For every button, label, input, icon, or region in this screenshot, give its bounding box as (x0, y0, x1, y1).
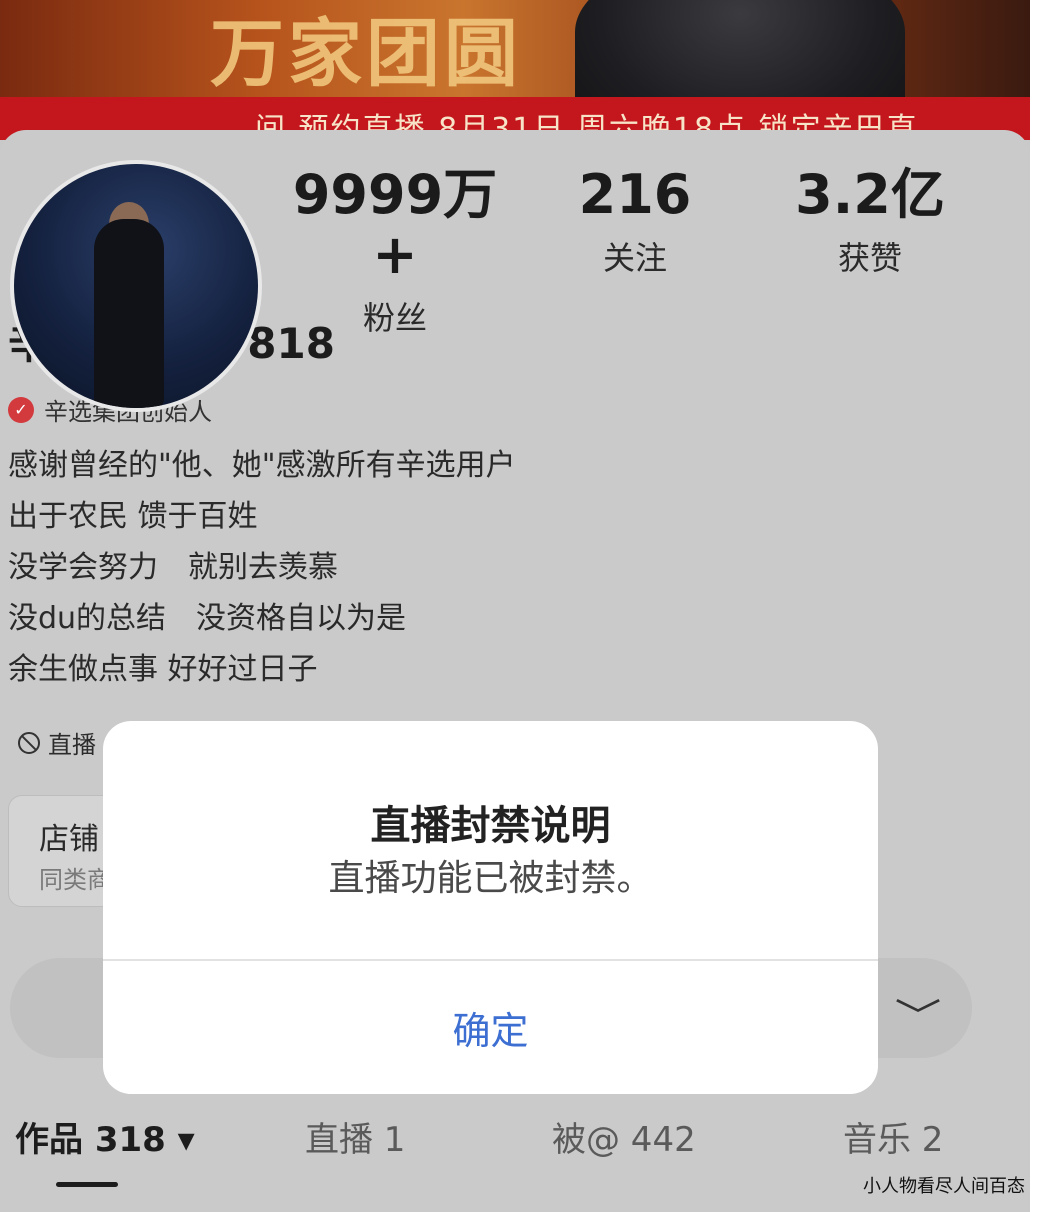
dialog-message: 直播功能已被封禁。 (328, 858, 653, 899)
live-ban-notice[interactable]: 直播 (18, 725, 96, 760)
bio-line: 没du的总结 没资格自以为是 (8, 601, 407, 636)
bio-line: 没学会努力 就别去羡慕 (8, 550, 338, 585)
tab-live[interactable]: 直播 1 (305, 1112, 405, 1161)
bio-line: 出于农民 馈于百姓 (8, 499, 258, 534)
profile-screen: 万家团圆 间 预约直播 8月31日 周六晚18点 锁定辛巴直 9999万+ 粉丝… (0, 0, 1030, 1212)
profile-bio: 感谢曾经的"他、她"感激所有辛选用户 出于农民 馈于百姓 没学会努力 就别去羡慕… (8, 446, 516, 701)
stat-following-label: 关注 (602, 239, 667, 277)
shop-card-title: 店铺 (39, 822, 99, 857)
avatar-image (14, 164, 258, 408)
verified-icon: ✓ (8, 396, 34, 423)
chevron-down-icon[interactable]: ﹀ (895, 988, 942, 1040)
avatar[interactable] (10, 160, 262, 412)
bio-line: 余生做点事 好好过日子 (8, 652, 318, 687)
live-ban-text: 直播 (48, 731, 96, 759)
confirm-button[interactable]: 确定 (103, 961, 878, 1094)
stat-likes-label: 获赞 (837, 239, 902, 277)
live-ban-dialog: 直播封禁说明 直播功能已被封禁。 确定 (103, 721, 878, 1094)
shop-card-subtitle: 同类商 (39, 866, 111, 894)
bio-line: 感谢曾经的"他、她"感激所有辛选用户 (8, 448, 516, 483)
stat-likes-value: 3.2亿 (795, 163, 945, 226)
stat-likes[interactable]: 3.2亿 获赞 (755, 165, 985, 279)
banner-slogan: 万家团圆 (210, 11, 522, 97)
stat-following-value: 216 (578, 163, 692, 226)
stat-following[interactable]: 216 关注 (520, 165, 750, 279)
ban-icon (18, 731, 40, 754)
tab-music[interactable]: 音乐 2 (843, 1112, 943, 1161)
watermark: 小人物看尽人间百态 (863, 1176, 1025, 1197)
tab-works[interactable]: 作品 318 ▾ (15, 1112, 195, 1161)
dialog-title: 直播封禁说明 (370, 803, 611, 849)
profile-stats: 9999万+ 粉丝 216 关注 3.2亿 获赞 (280, 163, 1000, 338)
profile-banner: 万家团圆 间 预约直播 8月31日 周六晚18点 锁定辛巴直 (0, 0, 1030, 140)
stat-followers-value: 9999万+ (292, 163, 498, 286)
avatar-figure (94, 219, 164, 408)
tab-active-indicator (56, 1182, 118, 1187)
tab-mentions[interactable]: 被@ 442 (552, 1112, 696, 1161)
